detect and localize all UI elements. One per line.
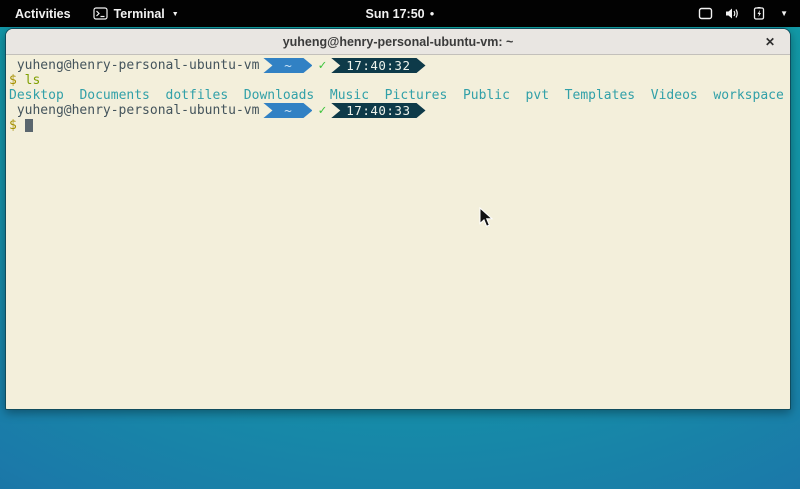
directory-item: Pictures: [385, 88, 448, 103]
directory-item: Desktop: [9, 88, 64, 103]
input-line: $: [9, 118, 787, 133]
battery-charging-icon: [752, 7, 768, 20]
recording-indicator-icon: ●: [430, 10, 435, 18]
typed-command: ls: [25, 73, 41, 88]
status-check-icon: ✓: [318, 58, 326, 73]
terminal-cursor: [25, 119, 33, 132]
directory-item: Music: [330, 88, 369, 103]
prompt-time-segment: 17:40:33: [331, 103, 425, 118]
shell-prompt-line: yuheng@henry-personal-ubuntu-vm ~ ✓ 17:4…: [9, 103, 787, 118]
status-check-icon: ✓: [318, 103, 326, 118]
clock-button[interactable]: Sun 17:50: [366, 7, 425, 21]
prompt-username: yuheng@henry-personal-ubuntu-vm: [9, 58, 259, 73]
app-menu-terminal[interactable]: Terminal ▼: [89, 5, 183, 23]
directory-item: workspace: [713, 88, 783, 103]
directory-item: Videos: [651, 88, 698, 103]
prompt-path-segment: ~: [263, 58, 312, 73]
directory-item: pvt: [526, 88, 549, 103]
prompt-path-segment: ~: [263, 103, 312, 118]
prompt-time-segment: 17:40:32: [331, 58, 425, 73]
terminal-content[interactable]: yuheng@henry-personal-ubuntu-vm ~ ✓ 17:4…: [6, 55, 790, 409]
app-menu-label: Terminal: [114, 7, 165, 21]
chevron-down-icon: ▼: [780, 9, 788, 18]
activities-button[interactable]: Activities: [11, 5, 75, 23]
prompt-symbol: $: [9, 118, 17, 133]
command-line: $ ls: [9, 73, 787, 88]
prompt-path: ~: [284, 103, 292, 118]
prompt-timestamp: 17:40:32: [346, 58, 410, 73]
close-icon[interactable]: ✕: [760, 29, 780, 55]
directory-item: Documents: [79, 88, 149, 103]
window-titlebar[interactable]: yuheng@henry-personal-ubuntu-vm: ~ ✕: [6, 29, 790, 55]
shell-prompt-line: yuheng@henry-personal-ubuntu-vm ~ ✓ 17:4…: [9, 58, 787, 73]
volume-icon: [725, 7, 740, 20]
system-status-area[interactable]: ▼: [698, 0, 800, 27]
prompt-path: ~: [284, 58, 292, 73]
prompt-timestamp: 17:40:33: [346, 103, 410, 118]
terminal-app-icon: [93, 7, 108, 20]
directory-item: Templates: [565, 88, 635, 103]
directory-item: Downloads: [244, 88, 314, 103]
directory-item: dotfiles: [166, 88, 229, 103]
display-icon: [698, 7, 713, 20]
chevron-down-icon: ▼: [172, 11, 179, 18]
ls-output-line: Desktop Documents dotfiles Downloads Music Pi…: [9, 88, 787, 103]
prompt-symbol: $: [9, 73, 17, 88]
directory-item: Public: [463, 88, 510, 103]
terminal-window: yuheng@henry-personal-ubuntu-vm: ~ ✕ yuh…: [5, 28, 791, 410]
top-bar: Activities Terminal ▼ Sun 17:50 ●: [0, 0, 800, 27]
prompt-username: yuheng@henry-personal-ubuntu-vm: [9, 103, 259, 118]
window-title: yuheng@henry-personal-ubuntu-vm: ~: [283, 35, 514, 49]
